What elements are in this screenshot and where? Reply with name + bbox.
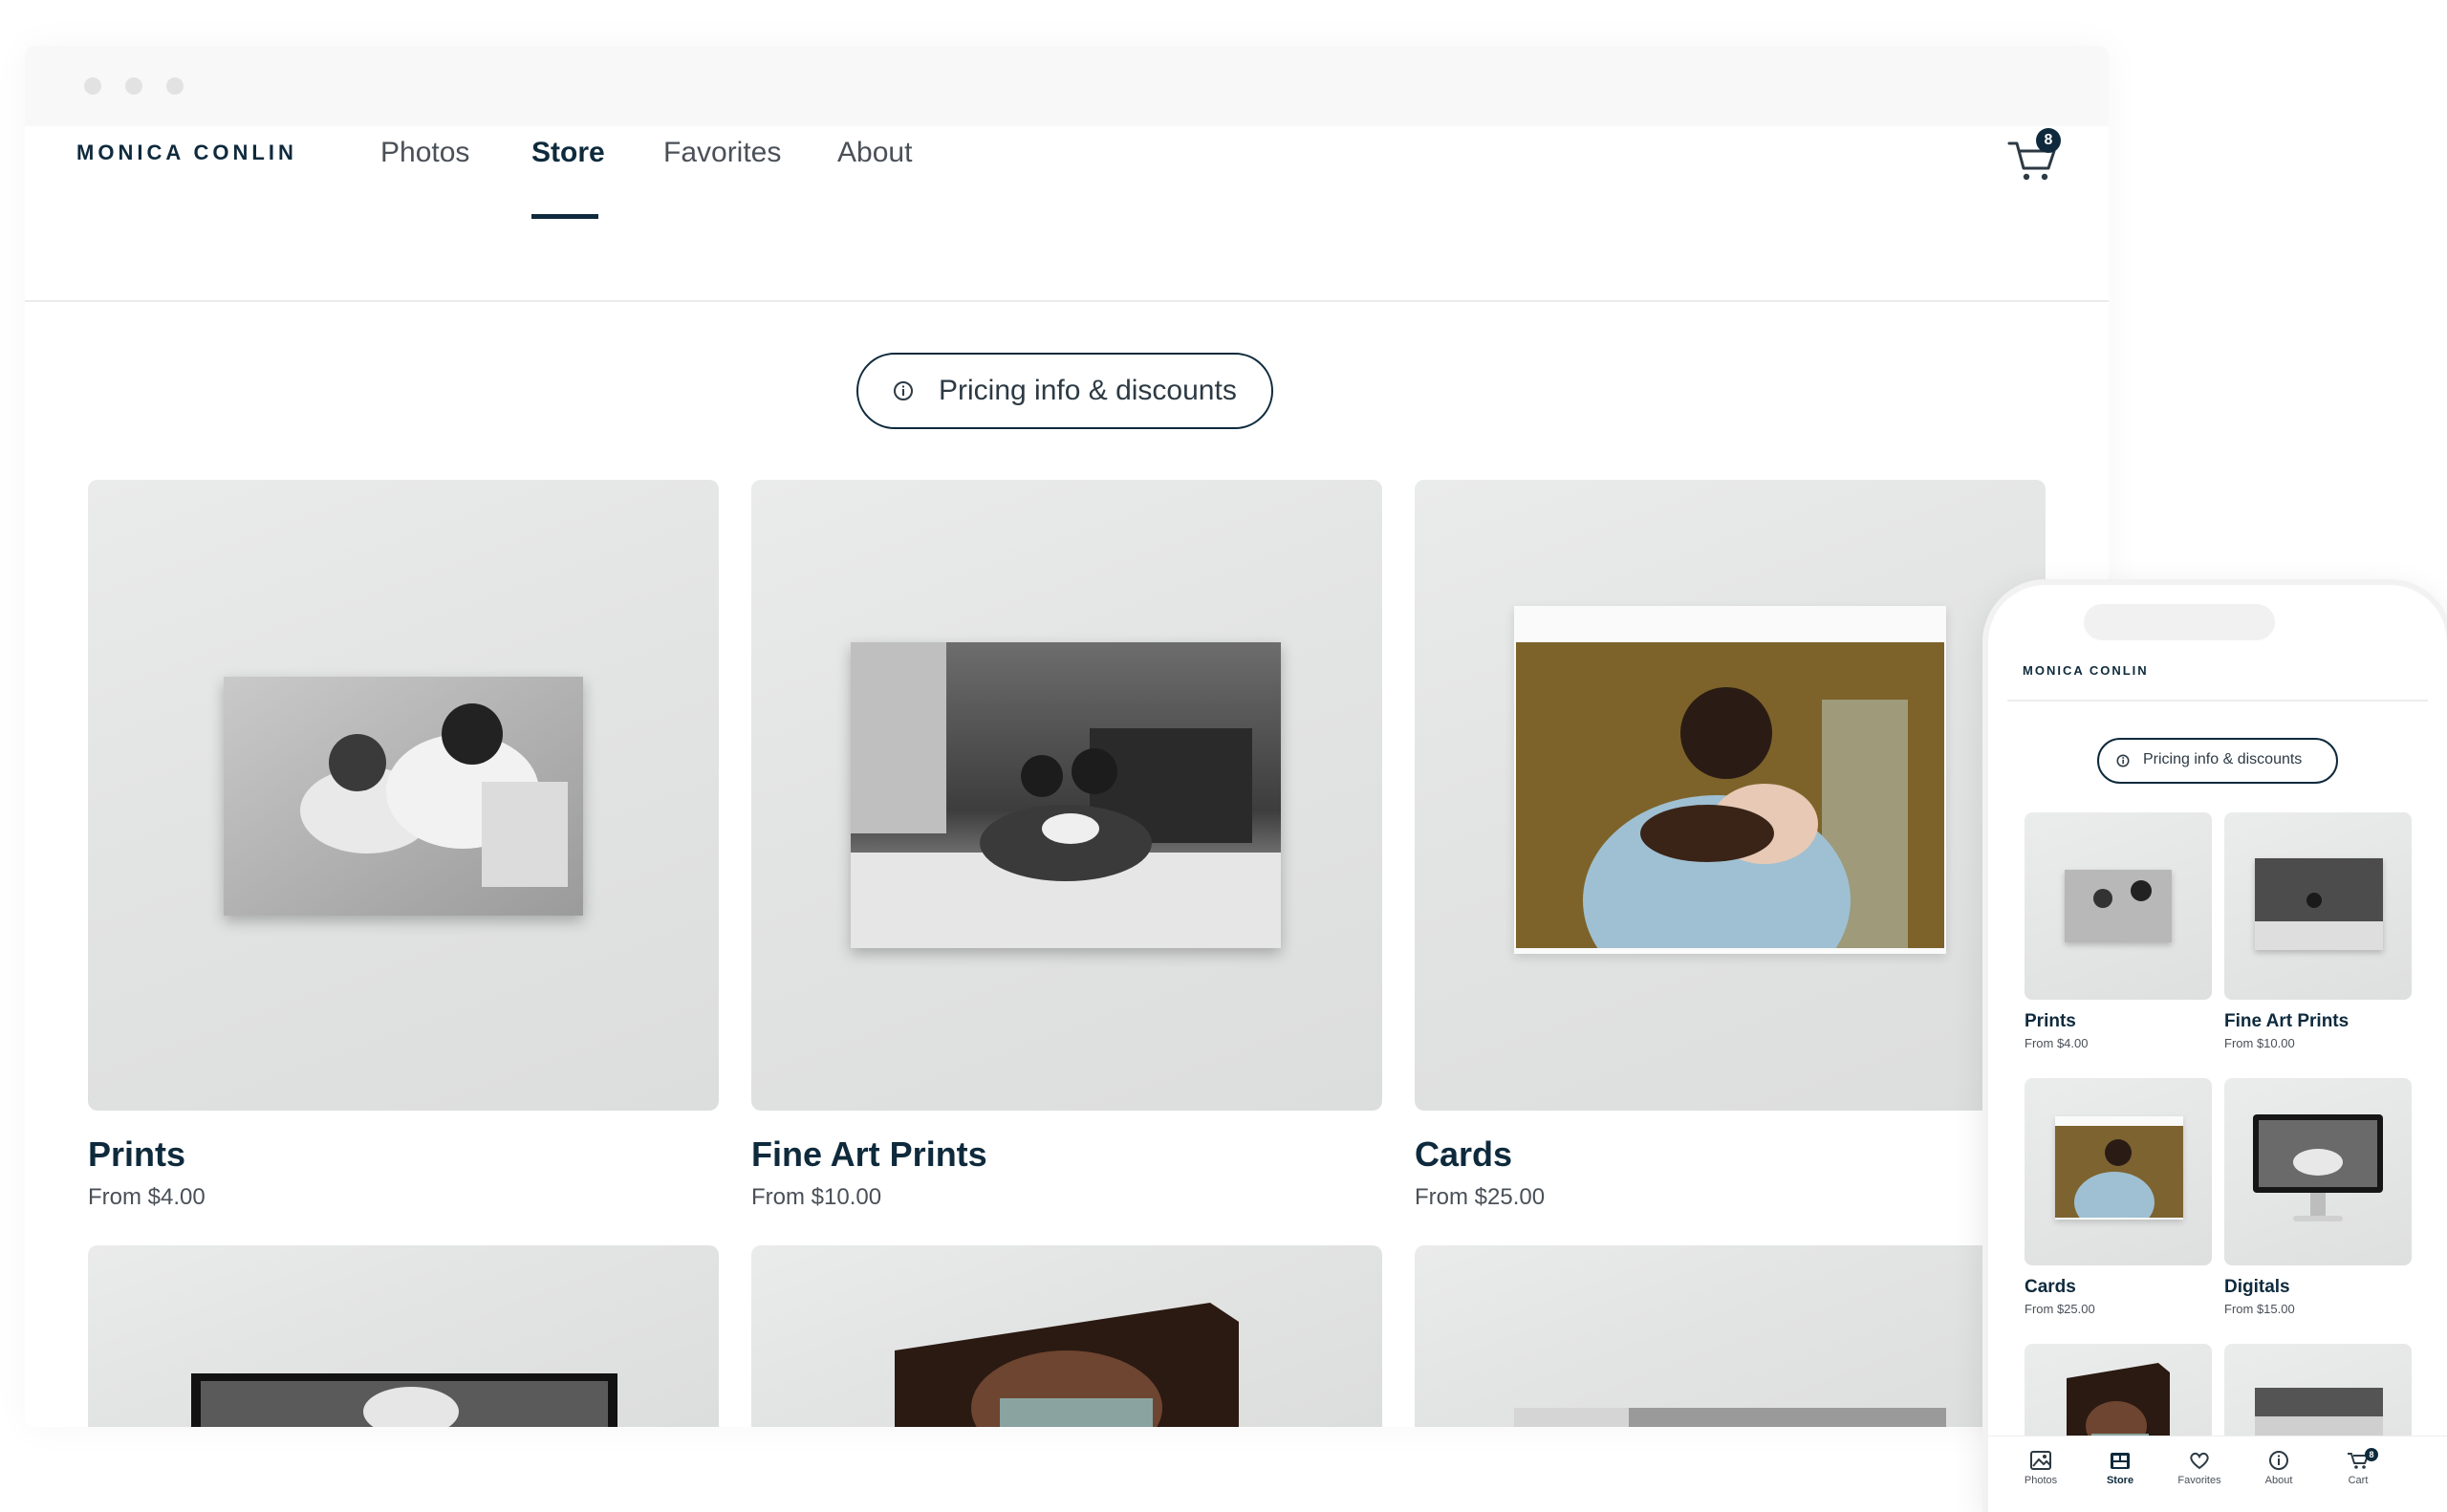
- window-dot: [125, 77, 142, 95]
- tab-favorites-label: Favorites: [2177, 1475, 2221, 1486]
- tab-cart-label: Cart: [2348, 1475, 2369, 1486]
- browser-window: MONICA CONLIN Photos Store Favorites Abo…: [25, 46, 2109, 1427]
- mobile-tab-bar: Photos Store Favorites About 8 Cart: [1988, 1436, 2447, 1512]
- phone-notch: [2084, 604, 2275, 640]
- cart-count-badge: 8: [2036, 128, 2061, 153]
- info-circle-icon: [894, 381, 913, 400]
- window-dot: [166, 77, 184, 95]
- mobile-pricing-info-button[interactable]: Pricing info & discounts: [2097, 738, 2338, 784]
- nav-store[interactable]: Store: [531, 137, 605, 169]
- mobile-product-title-fine-art-prints[interactable]: Fine Art Prints: [2224, 1011, 2349, 1032]
- product-price-cards: From $25.00: [1415, 1184, 1546, 1210]
- pricing-info-label: Pricing info & discounts: [939, 375, 1237, 406]
- product-price-fine-art-prints: From $10.00: [751, 1184, 882, 1210]
- mobile-product-title-digitals[interactable]: Digitals: [2224, 1277, 2290, 1298]
- product-image-fine-art-prints[interactable]: [751, 480, 1382, 1111]
- mobile-cart-count-badge: 8: [2365, 1448, 2378, 1461]
- mobile-header-divider: [2007, 700, 2428, 702]
- canvas-photo-preview: [895, 1303, 1239, 1427]
- nav-about[interactable]: About: [837, 137, 912, 169]
- tab-photos-label: Photos: [2024, 1475, 2058, 1486]
- tab-about-label: About: [2264, 1475, 2293, 1486]
- photo-icon: [2030, 1451, 2051, 1470]
- bw-photo-siblings: [2065, 870, 2172, 942]
- nav-photos[interactable]: Photos: [380, 137, 469, 169]
- mobile-product-image-digitals[interactable]: [2224, 1078, 2412, 1265]
- product-image-row2-1[interactable]: [88, 1245, 719, 1427]
- mobile-device-frame: MONICA CONLIN Pricing info & discounts P…: [1988, 585, 2447, 1512]
- color-photo-father-baby: [2055, 1126, 2183, 1218]
- site-logo[interactable]: MONICA CONLIN: [76, 140, 297, 165]
- monitor-photo-preview: [191, 1373, 617, 1427]
- product-image-cards[interactable]: [1415, 480, 2046, 1111]
- mobile-product-price-prints: From $4.00: [2025, 1036, 2089, 1050]
- photo-preview: [1514, 1408, 1946, 1427]
- pricing-info-button[interactable]: Pricing info & discounts: [856, 353, 1273, 429]
- mobile-pricing-info-label: Pricing info & discounts: [2143, 751, 2303, 767]
- store-icon: [2111, 1453, 2130, 1469]
- active-tab-indicator: [531, 214, 598, 219]
- product-image-prints[interactable]: [88, 480, 719, 1111]
- monitor-icon: [2253, 1114, 2383, 1221]
- browser-chrome: [25, 46, 2109, 126]
- tab-favorites[interactable]: Favorites: [2166, 1450, 2233, 1486]
- color-photo-father-baby: [1516, 642, 1944, 948]
- mobile-product-price-digitals: From $15.00: [2224, 1302, 2295, 1316]
- window-dot: [84, 77, 101, 95]
- product-title-fine-art-prints[interactable]: Fine Art Prints: [751, 1134, 987, 1175]
- bw-photo-siblings: [224, 677, 583, 916]
- product-title-prints[interactable]: Prints: [88, 1134, 185, 1175]
- mobile-product-image-cards[interactable]: [2025, 1078, 2212, 1265]
- mobile-product-image-prints[interactable]: [2025, 812, 2212, 1000]
- bw-photo-family: [2255, 858, 2383, 950]
- mobile-product-price-fine-art-prints: From $10.00: [2224, 1036, 2295, 1050]
- info-circle-icon: [2269, 1451, 2288, 1470]
- tab-about[interactable]: About: [2245, 1450, 2312, 1486]
- mobile-site-logo[interactable]: MONICA CONLIN: [2023, 663, 2149, 678]
- tab-store-label: Store: [2106, 1475, 2134, 1486]
- product-image-row2-2[interactable]: [751, 1245, 1382, 1427]
- product-price-prints: From $4.00: [88, 1184, 206, 1210]
- tab-photos[interactable]: Photos: [2007, 1450, 2074, 1486]
- product-title-cards[interactable]: Cards: [1415, 1134, 1512, 1175]
- bw-photo-family: [851, 642, 1281, 948]
- tab-store[interactable]: Store: [2087, 1450, 2154, 1486]
- mobile-product-title-prints[interactable]: Prints: [2025, 1011, 2076, 1032]
- info-circle-icon: [2116, 754, 2130, 767]
- nav-favorites[interactable]: Favorites: [663, 137, 781, 169]
- product-image-row2-3[interactable]: [1415, 1245, 2046, 1427]
- mobile-product-price-cards: From $25.00: [2025, 1302, 2095, 1316]
- mobile-product-title-cards[interactable]: Cards: [2025, 1277, 2076, 1298]
- mobile-product-image-fine-art-prints[interactable]: [2224, 812, 2412, 1000]
- site-header: [25, 126, 2109, 302]
- tab-cart[interactable]: 8 Cart: [2325, 1448, 2392, 1486]
- heart-icon: [2190, 1452, 2209, 1470]
